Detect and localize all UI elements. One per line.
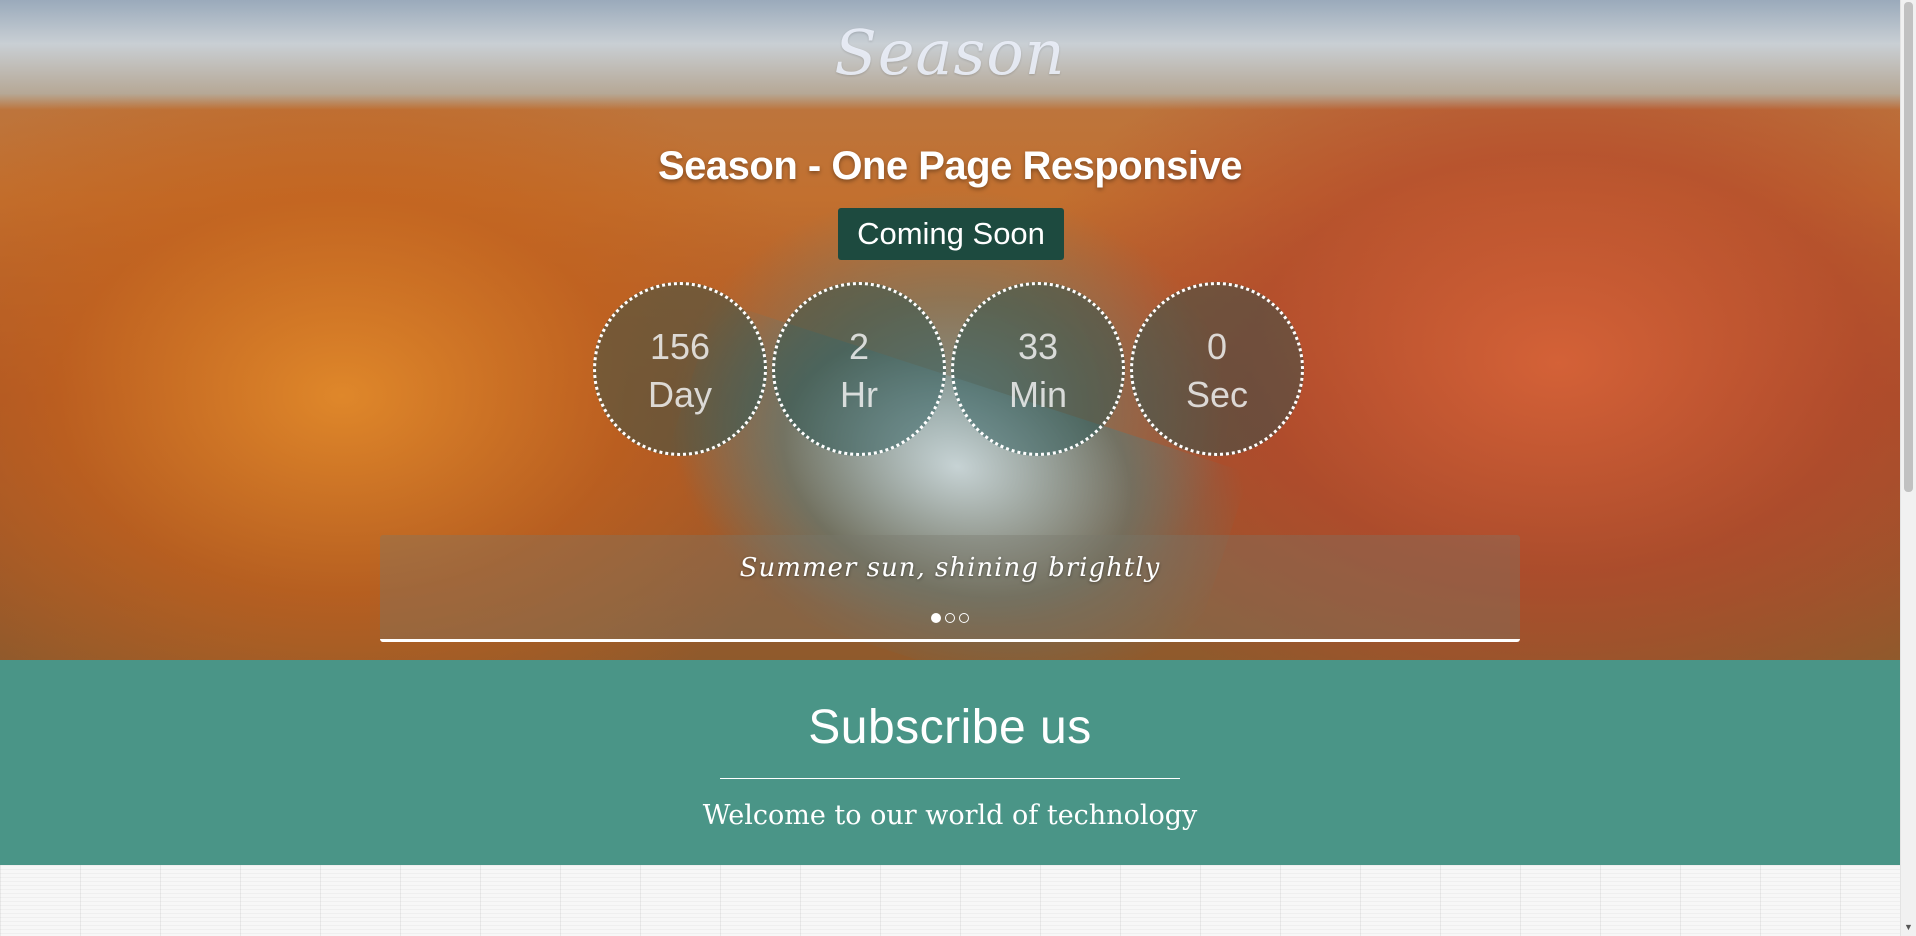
countdown-minutes-label: Min [1008,374,1067,415]
page-scrollbar[interactable]: ▼ [1900,0,1916,936]
scroll-down-arrow-icon[interactable]: ▼ [1904,923,1913,932]
slider-dot[interactable] [931,613,941,623]
countdown-hours: 2 Hr [772,282,946,456]
page: Season Season - One Page Responsive Comi… [0,0,1916,936]
coming-soon-badge: Coming Soon [838,208,1064,260]
countdown-hours-value: 2 [848,326,870,367]
slider-pagination [380,613,1520,623]
countdown-timer: 156 Day 2 Hr 33 Min 0 Sec [593,282,1309,456]
caption-slider: Summer sun, shining brightly [380,535,1520,642]
site-logo[interactable]: Season [0,16,1900,89]
lower-grid-section [0,865,1900,936]
countdown-days-label: Day [647,374,713,415]
slider-caption: Summer sun, shining brightly [739,553,1161,583]
countdown-minutes-value: 33 [1017,326,1059,367]
countdown-minutes: 33 Min [951,282,1125,456]
countdown-seconds-value: 0 [1206,326,1228,367]
slider-dot[interactable] [959,613,969,623]
countdown-seconds-label: Sec [1185,374,1249,415]
hero-title: Season - One Page Responsive [658,144,1243,188]
countdown-days-value: 156 [649,326,711,367]
countdown-hours-label: Hr [840,374,878,415]
scrollbar-thumb[interactable] [1904,2,1913,492]
subscribe-title: Subscribe us [808,701,1092,754]
slider-dot[interactable] [945,613,955,623]
hero-section: Season Season - One Page Responsive Comi… [0,0,1900,660]
subscribe-section: Subscribe us Welcome to our world of tec… [0,660,1900,865]
countdown-days: 156 Day [593,282,767,456]
subscribe-divider [720,778,1180,779]
countdown-seconds: 0 Sec [1130,282,1304,456]
subscribe-subtitle: Welcome to our world of technology [702,800,1198,831]
